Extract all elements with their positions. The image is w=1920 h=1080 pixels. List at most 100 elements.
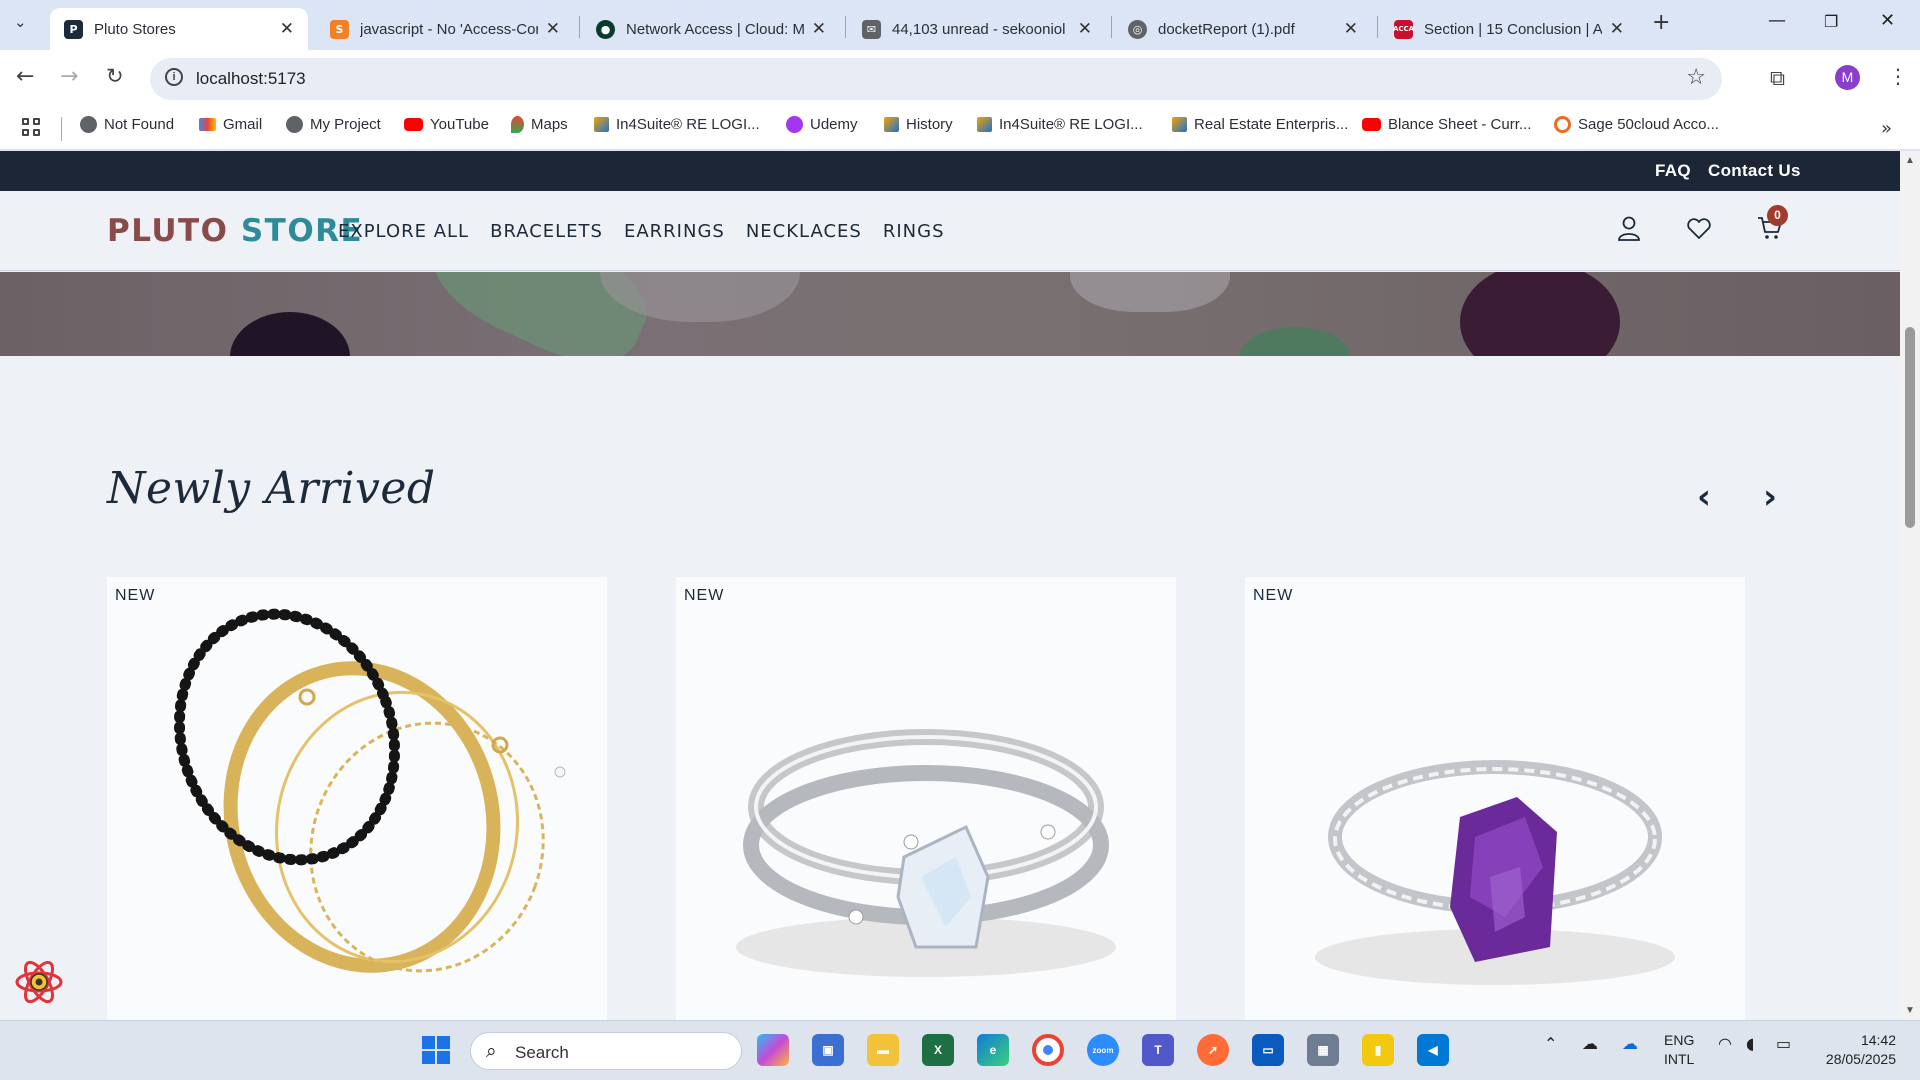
excel-icon[interactable]: X <box>922 1034 954 1066</box>
file-explorer-icon[interactable]: ▬ <box>867 1034 899 1066</box>
windows-start-icon[interactable] <box>420 1034 452 1066</box>
nav-rings[interactable]: RINGS <box>883 221 945 242</box>
vscode-icon[interactable]: ◀ <box>1417 1034 1449 1066</box>
bookmarks-divider <box>61 117 62 141</box>
chrome-icon[interactable] <box>1032 1034 1064 1066</box>
bookmark-label: Blance Sheet - Curr... <box>1388 116 1532 133</box>
show-hidden-icons-chevron-icon[interactable]: ⌃ <box>1544 1034 1557 1053</box>
tab-section-conclusion[interactable]: ACCA Section | 15 Conclusion | A ✕ <box>1380 8 1638 50</box>
tab-title: 44,103 unread - sekooniol <box>892 20 1066 38</box>
faq-link[interactable]: FAQ <box>1655 161 1691 181</box>
extensions-puzzle-icon[interactable]: ⧉ <box>1770 66 1785 91</box>
bookmark-star-icon[interactable]: ☆ <box>1686 65 1706 90</box>
bookmark-sage[interactable]: Sage 50cloud Acco... <box>1554 116 1719 133</box>
top-utility-bar: FAQ Contact Us <box>0 151 1900 191</box>
close-tab-icon[interactable]: ✕ <box>1610 19 1624 39</box>
tab-network-access[interactable]: ● Network Access | Cloud: M ✕ <box>582 8 840 50</box>
page-scrollbar[interactable]: ▲ ▼ <box>1900 151 1920 1020</box>
bookmark-not-found[interactable]: Not Found <box>80 116 174 133</box>
new-tab-button[interactable]: + <box>1652 10 1670 35</box>
zoom-icon[interactable]: zoom <box>1087 1034 1119 1066</box>
site-info-icon[interactable]: i <box>165 68 183 86</box>
bookmark-maps[interactable]: Maps <box>511 116 568 133</box>
postman-icon[interactable]: ➚ <box>1197 1034 1229 1066</box>
user-account-icon[interactable] <box>1617 215 1641 241</box>
bookmark-gmail[interactable]: Gmail <box>199 116 262 133</box>
bookmark-history[interactable]: History <box>884 116 953 133</box>
teams-icon[interactable]: T <box>1142 1034 1174 1066</box>
weather-cloud-icon[interactable]: ☁ <box>1582 1034 1598 1053</box>
in4suite-icon <box>594 117 609 132</box>
copilot-icon[interactable] <box>757 1034 789 1066</box>
site-logo[interactable]: PLUTO STORE <box>107 213 363 249</box>
onedrive-icon[interactable]: ☁ <box>1622 1034 1638 1053</box>
restore-icon[interactable]: ❐ <box>1824 12 1838 31</box>
tab-mail[interactable]: ✉ 44,103 unread - sekooniol ✕ <box>848 8 1106 50</box>
calculator-icon[interactable]: ▦ <box>1307 1034 1339 1066</box>
bracelet-product-image <box>173 608 566 973</box>
react-devtools-icon[interactable] <box>14 957 64 1007</box>
url-text[interactable]: localhost:5173 <box>196 69 306 89</box>
close-tab-icon[interactable]: ✕ <box>1078 19 1092 39</box>
scroll-up-icon[interactable]: ▲ <box>1905 155 1915 166</box>
product-card[interactable]: NEW <box>676 577 1176 1020</box>
wishlist-heart-icon[interactable] <box>1686 218 1712 240</box>
bookmark-label: Maps <box>531 116 568 133</box>
clock-date: 28/05/2025 <box>1825 1051 1896 1067</box>
bookmark-label: In4Suite® RE LOGI... <box>999 116 1143 133</box>
contact-us-link[interactable]: Contact Us <box>1708 161 1801 181</box>
nav-bracelets[interactable]: BRACELETS <box>490 221 603 242</box>
browser-toolbar: ← → ↻ i localhost:5173 ☆ ⧉ M ⋮ <box>0 50 1920 108</box>
minimize-icon[interactable]: — <box>1768 10 1786 31</box>
moonstone-ring-product-image <box>736 729 1116 977</box>
close-tab-icon[interactable]: ✕ <box>546 19 560 39</box>
bookmark-youtube[interactable]: YouTube <box>404 116 489 133</box>
scrollbar-thumb[interactable] <box>1905 327 1915 528</box>
close-tab-icon[interactable]: ✕ <box>280 19 294 39</box>
bookmark-balance-sheet[interactable]: Blance Sheet - Curr... <box>1362 116 1531 133</box>
apps-grid-icon[interactable] <box>22 118 42 138</box>
bookmark-label: Gmail <box>223 116 263 133</box>
input-language[interactable]: ENG INTL <box>1664 1031 1694 1069</box>
nav-explore-all[interactable]: EXPLORE ALL <box>338 221 469 242</box>
reload-icon[interactable]: ↻ <box>106 64 124 88</box>
browser-menu-icon[interactable]: ⋮ <box>1888 64 1908 88</box>
tab-pluto-stores[interactable]: P Pluto Stores ✕ <box>50 8 308 50</box>
power-bi-icon[interactable]: ▮ <box>1362 1034 1394 1066</box>
forward-arrow-icon[interactable]: → <box>60 64 78 89</box>
back-arrow-icon[interactable]: ← <box>16 64 34 89</box>
bookmark-in4suite-2[interactable]: In4Suite® RE LOGI... <box>977 116 1143 133</box>
volume-icon[interactable]: ◖ <box>1746 1034 1754 1053</box>
bookmark-my-project[interactable]: My Project <box>286 116 381 133</box>
address-bar[interactable]: i localhost:5173 ☆ <box>150 58 1722 100</box>
udemy-icon <box>786 116 803 133</box>
wifi-icon[interactable]: ◠ <box>1718 1034 1732 1053</box>
close-tab-icon[interactable]: ✕ <box>1344 19 1358 39</box>
bookmark-in4suite-1[interactable]: In4Suite® RE LOGI... <box>594 116 760 133</box>
remote-desktop-icon[interactable]: ▭ <box>1252 1034 1284 1066</box>
profile-avatar[interactable]: M <box>1835 65 1860 90</box>
nav-earrings[interactable]: EARRINGS <box>624 221 725 242</box>
window-close-icon[interactable]: ✕ <box>1880 10 1895 31</box>
nav-necklaces[interactable]: NECKLACES <box>746 221 862 242</box>
product-card[interactable]: NEW <box>107 577 607 1020</box>
bookmark-udemy[interactable]: Udemy <box>786 116 858 133</box>
tab-javascript[interactable]: S javascript - No 'Access-Cor ✕ <box>316 8 574 50</box>
more-bookmarks-icon[interactable]: » <box>1881 118 1892 139</box>
system-clock[interactable]: 14:42 28/05/2025 <box>1820 1031 1896 1069</box>
battery-icon[interactable]: ▭ <box>1776 1034 1791 1053</box>
bookmark-real-estate[interactable]: Real Estate Enterpris... <box>1172 116 1348 133</box>
page-viewport: FAQ Contact Us PLUTO STORE EXPLORE ALL B… <box>0 151 1900 1020</box>
carousel-next-arrow-icon[interactable]: › <box>1763 477 1777 517</box>
carousel-prev-arrow-icon[interactable]: ‹ <box>1697 477 1711 517</box>
teams-chat-icon[interactable]: ▣ <box>812 1034 844 1066</box>
tab-search-chevron-icon[interactable]: ⌄ <box>14 13 27 31</box>
close-tab-icon[interactable]: ✕ <box>812 19 826 39</box>
taskbar-search-box[interactable]: ⌕ Search <box>470 1032 742 1070</box>
product-card[interactable]: NEW <box>1245 577 1745 1020</box>
tab-docket-report[interactable]: ◎ docketReport (1).pdf ✕ <box>1114 8 1372 50</box>
bookmark-label: Sage 50cloud Acco... <box>1578 116 1719 133</box>
scroll-down-icon[interactable]: ▼ <box>1905 1005 1915 1016</box>
in4suite-icon <box>1172 117 1187 132</box>
edge-icon[interactable]: e <box>977 1034 1009 1066</box>
